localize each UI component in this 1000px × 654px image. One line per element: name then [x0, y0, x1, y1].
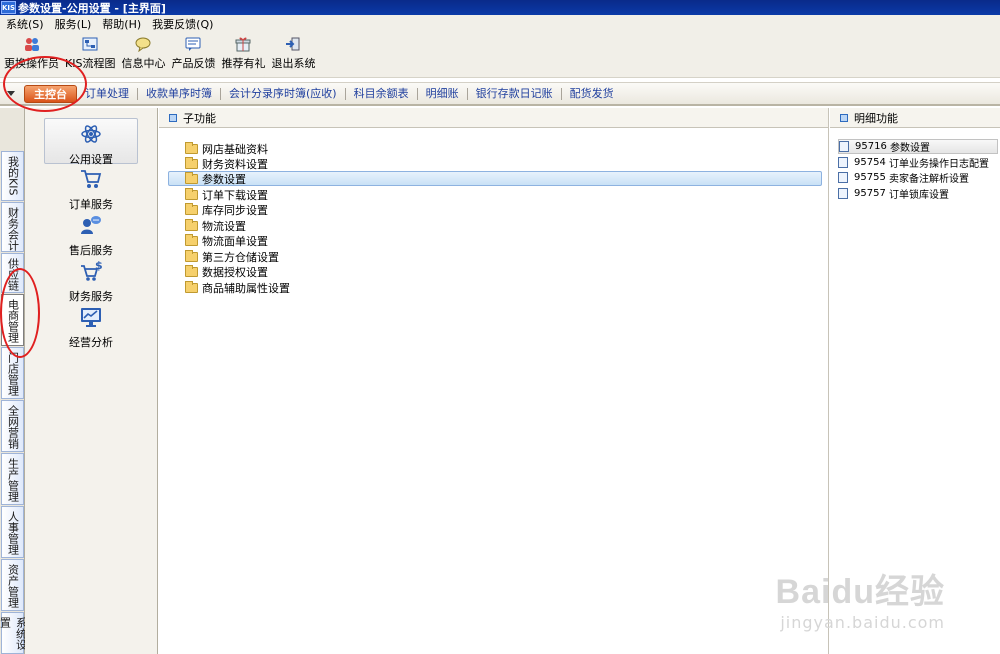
panel-marker-icon [840, 113, 848, 122]
cart-dollar-icon: $ [79, 260, 103, 282]
folder-icon [185, 280, 198, 293]
tab-ledger-detail[interactable]: 明细账 [418, 87, 468, 100]
sub-item-data-authorization[interactable]: 数据授权设置 [185, 264, 268, 279]
menu-system[interactable]: 系统(S) [6, 16, 44, 32]
side-item-finance-service[interactable]: $ 财务服务 [44, 256, 138, 303]
tab-account-balance[interactable]: 科目余额表 [346, 87, 418, 100]
sub-item-inventory-sync-settings[interactable]: 库存同步设置 [185, 202, 268, 217]
sub-function-panel: 子功能 网店基础资料 财务资料设置 参数设置 订单下载设置 库存同步设置 物流设… [159, 108, 829, 654]
sub-item-waybill-settings[interactable]: 物流面单设置 [185, 233, 268, 248]
side-item-order-service[interactable]: 订单服务 [44, 164, 138, 211]
detail-item-95754[interactable]: 95754 订单业务操作日志配置 [838, 155, 989, 170]
info-center-button[interactable]: 信息中心 [121, 36, 165, 71]
folder-icon [185, 187, 198, 200]
sub-item-logistics-settings[interactable]: 物流设置 [185, 218, 246, 233]
detail-item-95757[interactable]: 95757 订单锁库设置 [838, 186, 949, 201]
toolbar: 更换操作员 KIS流程图 信息中心 产品反馈 推荐有礼 退出系统 [0, 32, 1000, 78]
vtab-assets[interactable]: 资产管理 [1, 559, 24, 611]
folder-icon [185, 249, 198, 262]
sub-item-order-download-settings[interactable]: 订单下载设置 [185, 187, 268, 202]
folder-icon [185, 156, 198, 169]
exit-system-button[interactable]: 退出系统 [271, 36, 315, 71]
vtab-network-marketing[interactable]: 全网营销 [1, 400, 24, 452]
sub-item-product-attributes[interactable]: 商品辅助属性设置 [185, 280, 290, 295]
product-feedback-button[interactable]: 产品反馈 [171, 36, 215, 71]
side-item-after-sales[interactable]: 售后服务 [44, 210, 138, 257]
tab-receipt-journal[interactable]: 收款单序时簿 [138, 87, 221, 100]
vtab-hr[interactable]: 人事管理 [1, 506, 24, 558]
exit-icon [285, 36, 301, 52]
flowchart-icon [82, 36, 98, 52]
vtab-finance[interactable]: 财务会计 [1, 202, 24, 252]
document-icon [838, 157, 848, 168]
tab-bank-journal[interactable]: 银行存款日记账 [468, 87, 562, 100]
folder-icon [185, 233, 198, 246]
document-icon [838, 172, 848, 183]
recommend-gift-button[interactable]: 推荐有礼 [221, 36, 265, 71]
feedback-icon [185, 36, 201, 52]
menu-feedback[interactable]: 我要反馈(Q) [152, 16, 213, 32]
vtab-my-kis[interactable]: 我的KIS [1, 151, 24, 201]
detail-item-95716[interactable]: 95716 参数设置 [838, 139, 998, 154]
detail-function-header: 明细功能 [830, 108, 1000, 128]
gift-icon [235, 36, 251, 52]
window-title: 参数设置-公用设置 - [主界面] [18, 1, 166, 15]
tab-voucher-journal[interactable]: 会计分录序时簿(应收) [221, 87, 346, 100]
document-icon [839, 141, 849, 152]
app-logo: KIS [1, 1, 16, 14]
menu-help[interactable]: 帮助(H) [102, 16, 141, 32]
annotation-circle-toolbar [3, 56, 87, 112]
folder-icon [185, 218, 198, 231]
sub-item-finance-data-settings[interactable]: 财务资料设置 [185, 156, 268, 171]
side-item-common-settings[interactable]: 公用设置 [44, 118, 138, 166]
sub-item-3pl-warehouse-settings[interactable]: 第三方仓储设置 [185, 249, 279, 264]
baidu-watermark: Baidu经验 jingyan.baidu.com [775, 573, 945, 632]
folder-icon [185, 202, 198, 215]
vtab-production[interactable]: 生产管理 [1, 453, 24, 505]
message-icon [135, 36, 151, 52]
svg-text:$: $ [95, 260, 102, 272]
support-icon [79, 214, 103, 236]
annotation-circle-ecommerce-tab [0, 268, 40, 358]
side-item-business-analysis[interactable]: 经营分析 [44, 302, 138, 349]
tab-distribution-shipping[interactable]: 配货发货 [562, 87, 622, 100]
panel-marker-icon [169, 113, 177, 122]
sub-item-store-basic-data[interactable]: 网店基础资料 [185, 141, 268, 156]
menu-service[interactable]: 服务(L) [55, 16, 92, 32]
cart-icon [79, 168, 103, 190]
vtab-system-settings[interactable]: 系统设置 [0, 612, 28, 654]
title-bar: KIS 参数设置-公用设置 - [主界面] [0, 0, 1000, 15]
document-icon [838, 188, 848, 199]
detail-item-95755[interactable]: 95755 卖家备注解析设置 [838, 170, 969, 185]
sub-function-header: 子功能 [159, 108, 828, 128]
side-menu: 公用设置 订单服务 售后服务 $ 财务服务 经营分析 [25, 108, 158, 654]
quick-tab-strip: 主控台 订单处理 收款单序时簿 会计分录序时簿(应收) 科目余额表 明细账 银行… [0, 82, 1000, 106]
module-tabs: 我的KIS 财务会计 供应链 电商管理 门店管理 全网营销 生产管理 人事管理 … [0, 108, 28, 654]
menu-bar: 系统(S) 服务(L) 帮助(H) 我要反馈(Q) [0, 15, 1000, 32]
monitor-chart-icon [79, 306, 103, 328]
folder-icon [185, 264, 198, 277]
folder-icon [185, 141, 198, 154]
atom-icon [79, 123, 103, 145]
users-icon [24, 36, 40, 52]
folder-open-icon [185, 171, 198, 184]
sub-item-parameter-settings[interactable]: 参数设置 [168, 171, 822, 186]
